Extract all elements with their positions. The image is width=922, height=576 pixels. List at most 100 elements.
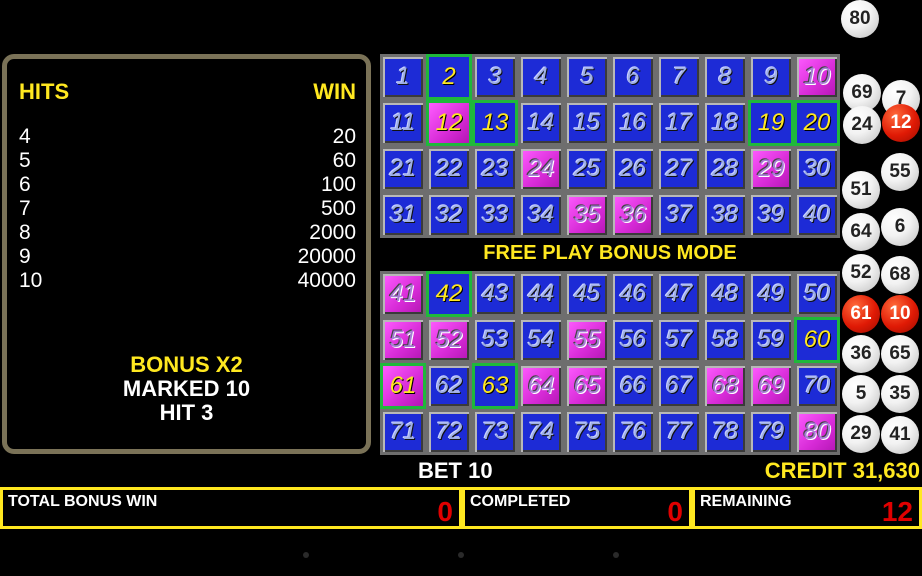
number-cell-46[interactable]: 46 (610, 271, 656, 317)
number-cell-76[interactable]: 76 (610, 409, 656, 455)
pay-win: 40000 (297, 269, 356, 292)
number-cell-35[interactable]: 35 (564, 192, 610, 238)
number-cell-69[interactable]: 69 (748, 363, 794, 409)
drawn-ball: 51 (842, 171, 880, 209)
number-cell-55[interactable]: 55 (564, 317, 610, 363)
number-cell-40[interactable]: 40 (794, 192, 840, 238)
number-cell-28[interactable]: 28 (702, 146, 748, 192)
number-cell-66[interactable]: 66 (610, 363, 656, 409)
number-cell-12[interactable]: 12 (426, 100, 472, 146)
pay-win: 100 (320, 173, 356, 196)
number-cell-10[interactable]: 10 (794, 54, 840, 100)
drawn-ball: 65 (881, 335, 919, 373)
number-cell-7[interactable]: 7 (656, 54, 702, 100)
nav-recent-dot[interactable] (613, 552, 619, 558)
drawn-ball: 29 (842, 415, 880, 453)
number-cell-77[interactable]: 77 (656, 409, 702, 455)
number-cell-74[interactable]: 74 (518, 409, 564, 455)
number-cell-33[interactable]: 33 (472, 192, 518, 238)
credit-amount: CREDIT 31,630 (764, 458, 920, 483)
number-cell-13[interactable]: 13 (472, 100, 518, 146)
number-cell-79[interactable]: 79 (748, 409, 794, 455)
number-cell-29[interactable]: 29 (748, 146, 794, 192)
number-cell-15[interactable]: 15 (564, 100, 610, 146)
number-cell-50[interactable]: 50 (794, 271, 840, 317)
number-cell-39[interactable]: 39 (748, 192, 794, 238)
number-cell-3[interactable]: 3 (472, 54, 518, 100)
number-cell-67[interactable]: 67 (656, 363, 702, 409)
number-cell-63[interactable]: 63 (472, 363, 518, 409)
number-cell-44[interactable]: 44 (518, 271, 564, 317)
number-cell-22[interactable]: 22 (426, 146, 472, 192)
number-cell-57[interactable]: 57 (656, 317, 702, 363)
number-cell-72[interactable]: 72 (426, 409, 472, 455)
number-cell-68[interactable]: 68 (702, 363, 748, 409)
number-cell-17[interactable]: 17 (656, 100, 702, 146)
drawn-ball: 10 (881, 295, 919, 333)
total-bonus-win-box: TOTAL BONUS WIN 0 (0, 487, 462, 529)
completed-box: COMPLETED 0 (462, 487, 692, 529)
number-cell-37[interactable]: 37 (656, 192, 702, 238)
number-cell-53[interactable]: 53 (472, 317, 518, 363)
number-cell-43[interactable]: 43 (472, 271, 518, 317)
number-cell-16[interactable]: 16 (610, 100, 656, 146)
pay-row: 8 2000 (19, 221, 356, 245)
pay-hits: 10 (19, 269, 43, 292)
number-cell-4[interactable]: 4 (518, 54, 564, 100)
number-cell-34[interactable]: 34 (518, 192, 564, 238)
number-cell-61[interactable]: 61 (380, 363, 426, 409)
number-cell-51[interactable]: 51 (380, 317, 426, 363)
number-cell-27[interactable]: 27 (656, 146, 702, 192)
number-cell-14[interactable]: 14 (518, 100, 564, 146)
number-cell-20[interactable]: 20 (794, 100, 840, 146)
number-cell-19[interactable]: 19 (748, 100, 794, 146)
bonus-multiplier: BONUS X2 (130, 352, 243, 377)
number-cell-65[interactable]: 65 (564, 363, 610, 409)
number-cell-54[interactable]: 54 (518, 317, 564, 363)
number-cell-42[interactable]: 42 (426, 271, 472, 317)
number-cell-48[interactable]: 48 (702, 271, 748, 317)
number-cell-18[interactable]: 18 (702, 100, 748, 146)
number-cell-62[interactable]: 62 (426, 363, 472, 409)
number-cell-47[interactable]: 47 (656, 271, 702, 317)
drawn-ball: 6 (881, 208, 919, 246)
number-cell-71[interactable]: 71 (380, 409, 426, 455)
number-cell-70[interactable]: 70 (794, 363, 840, 409)
number-cell-11[interactable]: 11 (380, 100, 426, 146)
number-cell-21[interactable]: 21 (380, 146, 426, 192)
number-cell-59[interactable]: 59 (748, 317, 794, 363)
number-cell-36[interactable]: 36 (610, 192, 656, 238)
pay-row: 9 20000 (19, 245, 356, 269)
nav-back-dot[interactable] (303, 552, 309, 558)
number-cell-41[interactable]: 41 (380, 271, 426, 317)
number-cell-1[interactable]: 1 (380, 54, 426, 100)
number-grid-bottom: 41 42 43 44 45 46 47 48 49 50 51 52 53 54 55 56 57 58 59 60… (380, 271, 840, 455)
pay-win: 500 (320, 197, 356, 220)
number-cell-25[interactable]: 25 (564, 146, 610, 192)
number-cell-49[interactable]: 49 (748, 271, 794, 317)
number-cell-32[interactable]: 32 (426, 192, 472, 238)
number-cell-38[interactable]: 38 (702, 192, 748, 238)
number-cell-30[interactable]: 30 (794, 146, 840, 192)
number-cell-56[interactable]: 56 (610, 317, 656, 363)
nav-home-dot[interactable] (458, 552, 464, 558)
number-cell-2[interactable]: 2 (426, 54, 472, 100)
drawn-ball: 36 (842, 335, 880, 373)
number-cell-73[interactable]: 73 (472, 409, 518, 455)
number-cell-9[interactable]: 9 (748, 54, 794, 100)
number-cell-8[interactable]: 8 (702, 54, 748, 100)
number-cell-5[interactable]: 5 (564, 54, 610, 100)
number-cell-52[interactable]: 52 (426, 317, 472, 363)
number-cell-23[interactable]: 23 (472, 146, 518, 192)
number-cell-80[interactable]: 80 (794, 409, 840, 455)
number-cell-58[interactable]: 58 (702, 317, 748, 363)
number-cell-45[interactable]: 45 (564, 271, 610, 317)
number-cell-24[interactable]: 24 (518, 146, 564, 192)
number-cell-78[interactable]: 78 (702, 409, 748, 455)
number-cell-6[interactable]: 6 (610, 54, 656, 100)
number-cell-64[interactable]: 64 (518, 363, 564, 409)
number-cell-26[interactable]: 26 (610, 146, 656, 192)
number-cell-31[interactable]: 31 (380, 192, 426, 238)
number-cell-75[interactable]: 75 (564, 409, 610, 455)
number-cell-60[interactable]: 60 (794, 317, 840, 363)
